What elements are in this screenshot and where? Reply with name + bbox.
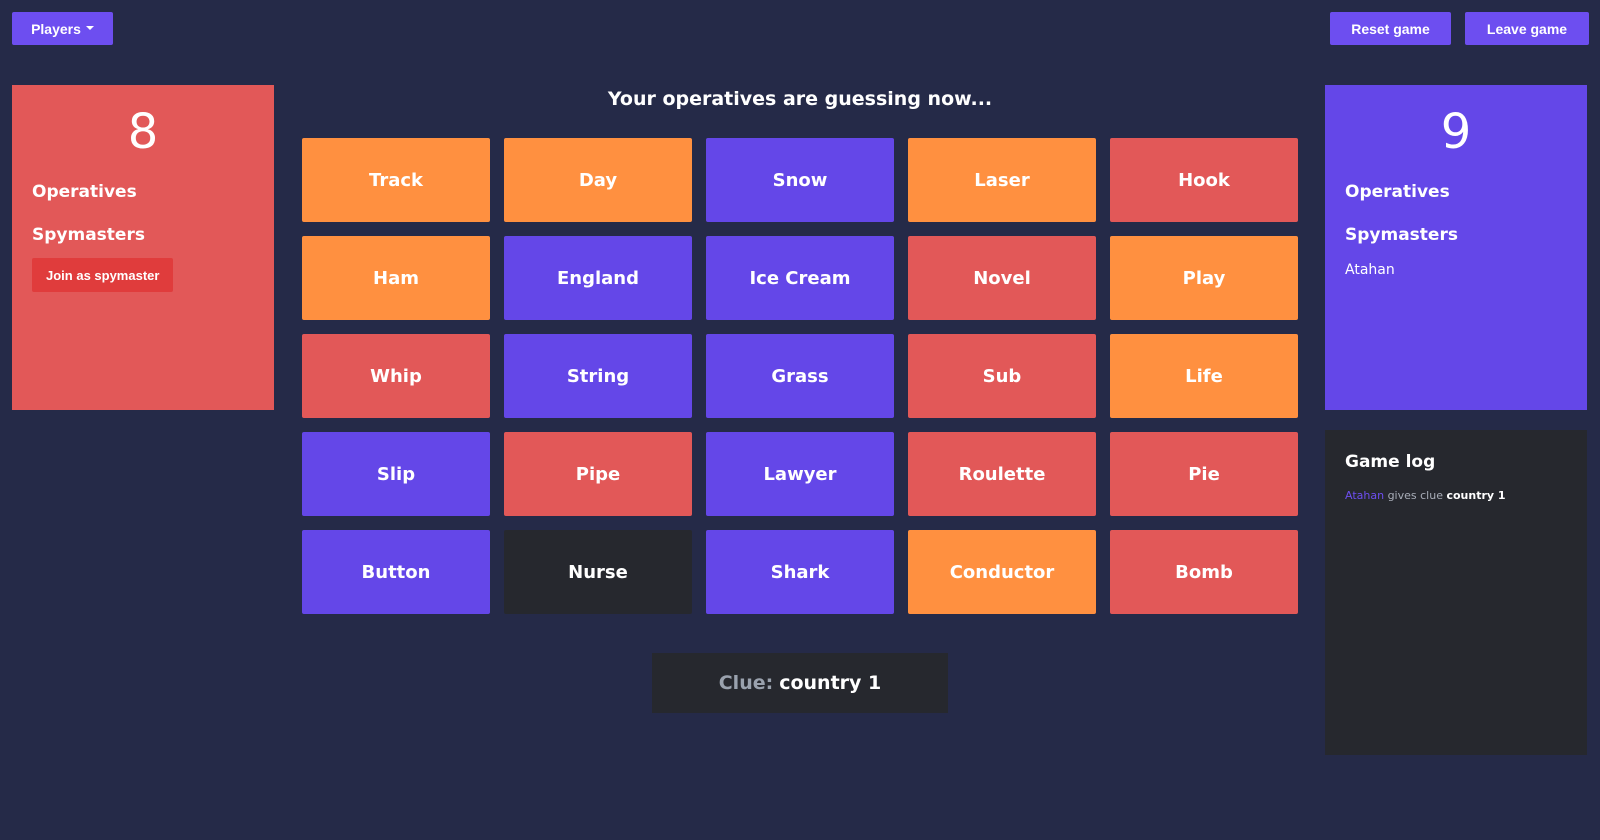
game-log-title: Game log [1345,452,1436,472]
players-dropdown-button[interactable]: Players [12,12,113,45]
red-operatives-label: Operatives [32,182,137,202]
red-team-score: 8 [127,104,159,160]
turn-status: Your operatives are guessing now... [607,88,993,110]
word-card[interactable]: Bomb [1110,530,1298,614]
log-entry: Atahan gives clue country 1 [1345,489,1567,502]
word-card[interactable]: Hook [1110,138,1298,222]
join-as-spymaster-button[interactable]: Join as spymaster [32,258,174,292]
word-card[interactable]: Ice Cream [706,236,894,320]
word-card[interactable]: Novel [908,236,1096,320]
game-board: Track Day Snow Laser Hook Ham England Ice Cream… [302,138,1298,614]
word-card[interactable]: Roulette [908,432,1096,516]
reset-game-button[interactable]: Reset game [1330,12,1451,45]
word-card[interactable]: Button [302,530,490,614]
clue-label: Clue: [718,672,774,694]
word-card[interactable]: Pipe [504,432,692,516]
word-card[interactable]: Sub [908,334,1096,418]
blue-spymaster-name: Atahan [1345,262,1395,278]
word-card[interactable]: Shark [706,530,894,614]
log-entry-player: Atahan [1345,489,1385,502]
blue-team-score: 9 [1440,104,1472,160]
word-card[interactable]: Pie [1110,432,1298,516]
current-clue: Clue: country 1 [652,653,948,713]
word-card[interactable]: Nurse [504,530,692,614]
word-card[interactable]: String [504,334,692,418]
leave-game-button[interactable]: Leave game [1465,12,1589,45]
red-team-panel: 8 Operatives Spymasters Join as spymaste… [12,85,274,410]
word-card[interactable]: Lawyer [706,432,894,516]
word-card[interactable]: Track [302,138,490,222]
word-card[interactable]: Life [1110,334,1298,418]
game-log-panel: Game log Atahan gives clue country 1 [1325,430,1587,755]
red-spymasters-label: Spymasters [32,225,145,245]
blue-spymasters-label: Spymasters [1345,225,1458,245]
log-entry-action: gives clue [1387,489,1443,502]
word-card[interactable]: England [504,236,692,320]
log-entry-clue: country 1 [1446,489,1506,502]
word-card[interactable]: Grass [706,334,894,418]
blue-team-panel: 9 Operatives Spymasters Atahan [1325,85,1587,410]
word-card[interactable]: Play [1110,236,1298,320]
word-card[interactable]: Slip [302,432,490,516]
word-card[interactable]: Conductor [908,530,1096,614]
clue-text: country 1 [779,672,882,694]
word-card[interactable]: Laser [908,138,1096,222]
blue-operatives-label: Operatives [1345,182,1450,202]
caret-down-icon [85,25,94,30]
word-card[interactable]: Snow [706,138,894,222]
word-card[interactable]: Ham [302,236,490,320]
word-card[interactable]: Whip [302,334,490,418]
players-label: Players [31,20,81,37]
word-card[interactable]: Day [504,138,692,222]
